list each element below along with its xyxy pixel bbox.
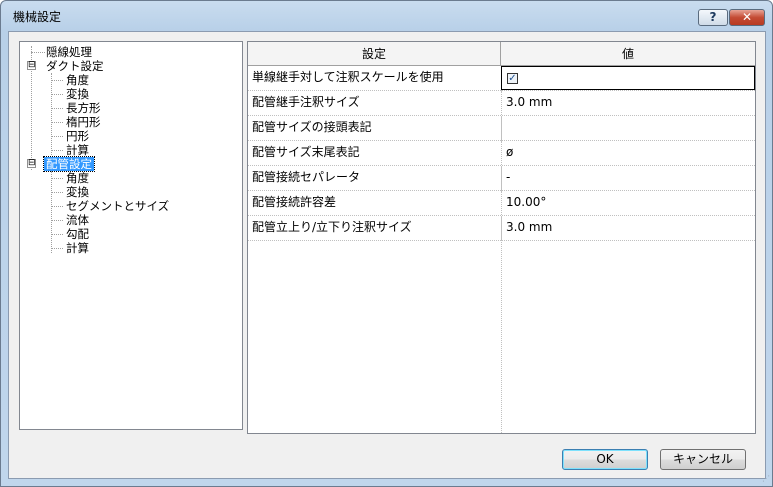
tree-item-label: 配管設定 xyxy=(43,156,95,172)
table-row[interactable]: 配管接続許容差 10.00° xyxy=(248,191,755,216)
tree-line xyxy=(51,150,63,151)
setting-value[interactable]: 3.0 mm xyxy=(501,216,755,240)
tree-item-label: セグメントとサイズ xyxy=(66,199,170,213)
close-button[interactable]: ✕ xyxy=(729,9,765,26)
collapse-pipe-icon[interactable]: ⊟ xyxy=(27,159,36,168)
help-button[interactable]: ? xyxy=(698,9,728,26)
collapse-duct-icon[interactable]: ⊟ xyxy=(27,61,36,70)
tree-item-label: 計算 xyxy=(66,241,89,255)
tree-item-pipe-angle[interactable]: 角度 xyxy=(64,171,91,185)
tree-item-duct-rectangular[interactable]: 長方形 xyxy=(64,101,103,115)
settings-grid: 設定 値 単線継手対して注釈スケールを使用 ✓ 配管継手注釈サイズ 3.0 mm… xyxy=(247,41,756,434)
value-cell[interactable]: ✓ xyxy=(501,66,755,90)
table-row[interactable]: 配管接続セパレータ - xyxy=(248,166,755,191)
tree-item-pipe-settings[interactable]: 配管設定 xyxy=(43,156,95,172)
tree-item-label: 変換 xyxy=(66,87,89,101)
tree-item-duct-angle[interactable]: 角度 xyxy=(64,73,91,87)
tree-item-pipe-calculation[interactable]: 計算 xyxy=(64,241,91,255)
tree-line xyxy=(51,234,63,235)
tree-line xyxy=(51,178,63,179)
dialog-title: 機械設定 xyxy=(13,10,62,24)
tree-item-label: 長方形 xyxy=(66,101,101,115)
tree-branch-line xyxy=(51,73,52,155)
tree-branch-line xyxy=(51,171,52,253)
table-row[interactable]: 配管サイズの接頭表記 xyxy=(248,116,755,141)
table-row[interactable]: 配管継手注釈サイズ 3.0 mm xyxy=(248,91,755,116)
tree-line xyxy=(51,136,63,137)
setting-name: 単線継手対して注釈スケールを使用 xyxy=(252,70,444,84)
setting-name: 配管継手注釈サイズ xyxy=(252,95,360,109)
tree-item-hidden-line[interactable]: 隠線処理 xyxy=(44,45,94,59)
setting-name: 配管サイズの接頭表記 xyxy=(252,120,372,134)
tree-item-label: 角度 xyxy=(66,73,89,87)
tree-item-pipe-slope[interactable]: 勾配 xyxy=(64,227,91,241)
help-icon: ? xyxy=(709,10,717,24)
table-row[interactable]: 配管立上り/立下り注釈サイズ 3.0 mm xyxy=(248,216,755,241)
tree-item-duct-settings[interactable]: ダクト設定 xyxy=(44,59,106,73)
setting-name: 配管接続許容差 xyxy=(252,195,337,209)
tree-item-label: 楕円形 xyxy=(66,115,101,129)
tree-item-pipe-fluid[interactable]: 流体 xyxy=(64,213,91,227)
dialog-body: ⊟ ⊟ 隠線処理 ダクト設定 角度 変換 長方形 楕円形 円形 計算 配管設定 … xyxy=(8,31,766,479)
tree-line xyxy=(51,248,63,249)
setting-value[interactable] xyxy=(501,116,755,140)
table-row[interactable]: 単線継手対して注釈スケールを使用 ✓ xyxy=(248,66,755,91)
table-row[interactable]: 配管サイズ末尾表記 ø xyxy=(248,141,755,166)
setting-name: 配管接続セパレータ xyxy=(252,170,361,184)
tree-item-label: 計算 xyxy=(66,143,89,157)
close-icon: ✕ xyxy=(741,10,753,24)
tree-line xyxy=(51,80,63,81)
tree-item-label: 円形 xyxy=(66,129,89,143)
column-header-setting[interactable]: 設定 xyxy=(248,42,501,66)
tree-item-label: 勾配 xyxy=(66,227,89,241)
tree-item-pipe-conversion[interactable]: 変換 xyxy=(64,185,91,199)
tree-item-label: 流体 xyxy=(66,213,89,227)
column-header-value[interactable]: 値 xyxy=(501,42,755,66)
tree-line xyxy=(31,52,45,53)
tree-item-label: 隠線処理 xyxy=(46,45,92,59)
annotation-scale-checkbox[interactable]: ✓ xyxy=(507,73,518,84)
tree-item-label: 変換 xyxy=(66,185,89,199)
tree-item-pipe-segments-sizes[interactable]: セグメントとサイズ xyxy=(64,199,171,213)
tree-line xyxy=(51,220,63,221)
settings-tree[interactable]: ⊟ ⊟ 隠線処理 ダクト設定 角度 変換 長方形 楕円形 円形 計算 配管設定 … xyxy=(19,41,243,430)
tree-line xyxy=(51,206,63,207)
tree-line xyxy=(51,108,63,109)
setting-value[interactable]: 3.0 mm xyxy=(501,91,755,115)
tree-line xyxy=(51,94,63,95)
setting-name: 配管サイズ末尾表記 xyxy=(252,145,360,159)
tree-item-duct-conversion[interactable]: 変換 xyxy=(64,87,91,101)
cancel-button[interactable]: キャンセル xyxy=(660,449,746,470)
mechanical-settings-dialog: 機械設定 ? ✕ ⊟ ⊟ 隠線処理 ダクト設定 角度 変換 長方形 楕円形 円形… xyxy=(0,0,773,487)
tree-line xyxy=(51,122,63,123)
title-bar: 機械設定 ? ✕ xyxy=(1,1,772,31)
tree-item-label: 角度 xyxy=(66,171,89,185)
tree-line xyxy=(51,192,63,193)
ok-button[interactable]: OK xyxy=(562,449,648,470)
setting-value[interactable]: 10.00° xyxy=(501,191,755,215)
resize-grip-icon[interactable]: ⋰ xyxy=(760,474,770,484)
tree-item-label: ダクト設定 xyxy=(46,59,104,73)
setting-name: 配管立上り/立下り注釈サイズ xyxy=(252,220,412,234)
setting-value[interactable]: ø xyxy=(501,141,755,165)
setting-value[interactable]: - xyxy=(501,166,755,190)
tree-item-duct-round[interactable]: 円形 xyxy=(64,129,91,143)
tree-item-duct-calculation[interactable]: 計算 xyxy=(64,143,91,157)
tree-item-duct-oval[interactable]: 楕円形 xyxy=(64,115,103,129)
